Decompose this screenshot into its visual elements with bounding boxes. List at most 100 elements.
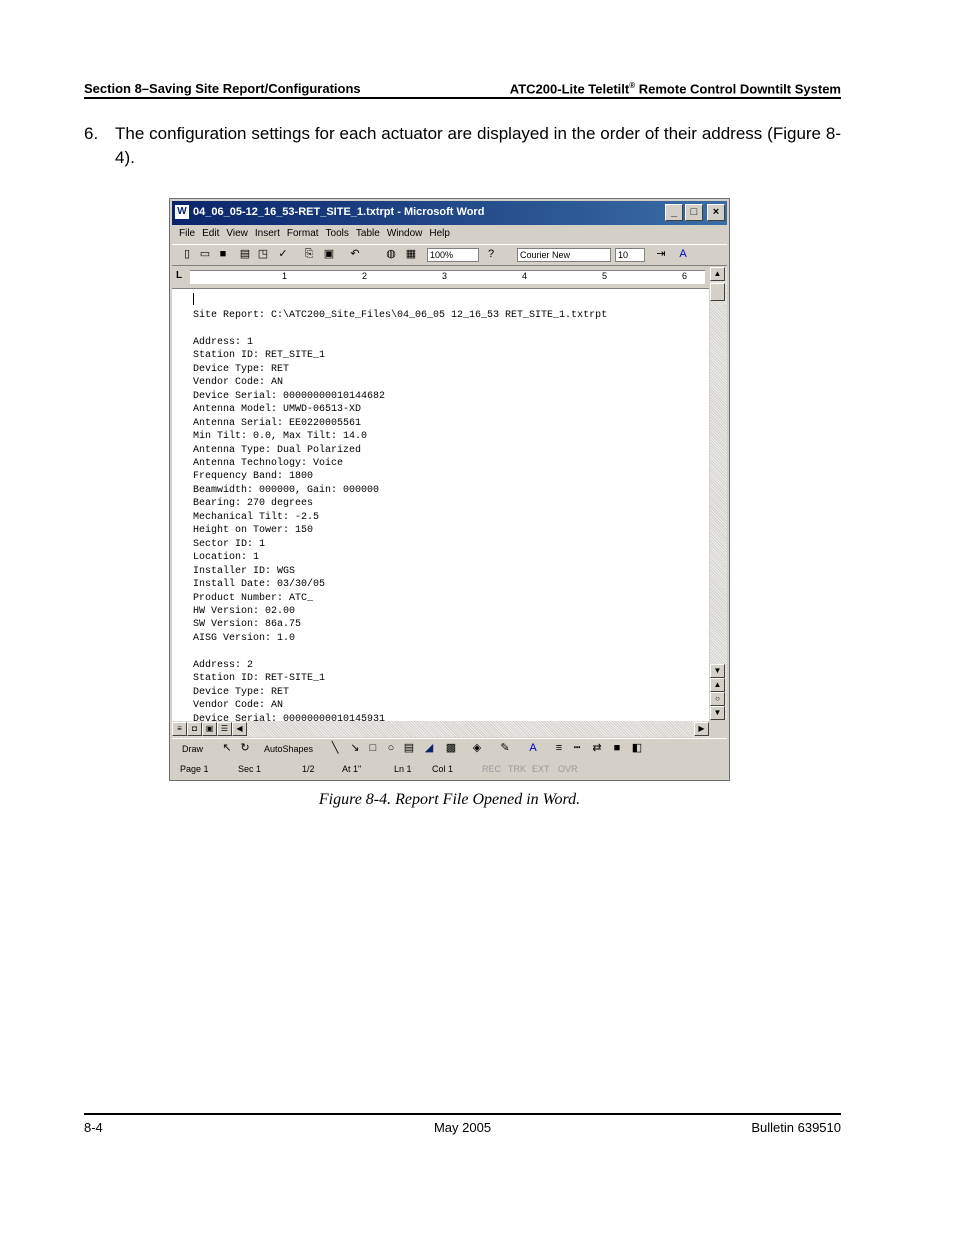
status-rec[interactable]: REC: [482, 764, 501, 774]
paste-icon[interactable]: ▣: [322, 248, 336, 261]
window-title: 04_06_05-12_16_53-RET_SITE_1.txtrpt - Mi…: [193, 206, 485, 218]
shadow-icon[interactable]: ■: [610, 742, 624, 755]
header-rule: [84, 97, 841, 99]
step-text: The configuration settings for each actu…: [115, 124, 841, 167]
copy-icon[interactable]: ⎘: [302, 248, 316, 261]
oval-icon[interactable]: ○: [384, 742, 398, 755]
menu-insert[interactable]: Insert: [255, 228, 280, 239]
scroll-right-icon[interactable]: ▶: [694, 722, 709, 736]
step-6: 6. The configuration settings for each a…: [84, 122, 841, 170]
product-title: ATC200-Lite Teletilt® Remote Control Dow…: [510, 81, 841, 96]
line-style-icon[interactable]: ≡: [552, 742, 566, 755]
menu-view[interactable]: View: [226, 228, 248, 239]
previous-page-icon[interactable]: ▲: [710, 678, 725, 692]
draw-menu[interactable]: Draw: [182, 744, 203, 758]
rectangle-icon[interactable]: □: [366, 742, 380, 755]
hyperlink-icon[interactable]: ◍: [384, 248, 398, 261]
status-ovr[interactable]: OVR: [558, 764, 578, 774]
page-header: Section 8–Saving Site Report/Configurati…: [84, 81, 841, 97]
arrow-style-icon[interactable]: ⇄: [590, 742, 604, 755]
menu-window[interactable]: Window: [387, 228, 423, 239]
font-color-icon[interactable]: A: [676, 248, 690, 261]
free-rotate-icon[interactable]: ↻: [238, 742, 252, 755]
section-title: Section 8–Saving Site Report/Configurati…: [84, 81, 361, 96]
arrow-icon[interactable]: ↘: [348, 742, 362, 755]
status-bar: Page 1 Sec 1 1/2 At 1" Ln 1 Col 1 REC TR…: [172, 762, 727, 778]
help-icon[interactable]: ?: [484, 248, 498, 261]
draw-font-color-icon[interactable]: A: [526, 742, 540, 755]
ruler-scale: 1 2 3 4 5 6: [190, 270, 705, 284]
title-bar: W 04_06_05-12_16_53-RET_SITE_1.txtrpt - …: [172, 201, 727, 225]
select-objects-icon[interactable]: ↖: [220, 742, 234, 755]
bulletin-number: Bulletin 639510: [751, 1120, 841, 1135]
outline-view-icon[interactable]: ☰: [217, 722, 232, 736]
menu-tools[interactable]: Tools: [326, 228, 349, 239]
menu-bar: File Edit View Insert Format Tools Table Window…: [172, 227, 727, 243]
new-icon[interactable]: ▯: [180, 248, 194, 261]
text-cursor: [193, 293, 194, 305]
web-view-icon[interactable]: ◘: [187, 722, 202, 736]
status-at: At 1": [342, 764, 362, 774]
wordart-icon[interactable]: ◢: [422, 742, 436, 755]
word-doc-icon: W: [175, 205, 189, 219]
figure-caption: Figure 8-4. Report File Opened in Word.: [318, 791, 581, 808]
product-name: ATC200-Lite Teletilt: [509, 81, 630, 97]
horizontal-scrollbar[interactable]: ≡ ◘ ▣ ☰ ◀ ▶: [172, 721, 709, 737]
status-trk[interactable]: TRK: [508, 764, 526, 774]
status-column: Col 1: [432, 764, 454, 774]
standard-toolbar: ▯ ▭ ■ ▤ ◳ ✓ ⎘ ▣ ↶ ◍ ▦ 100% ? Courier New…: [172, 244, 727, 266]
document-text: Site Report: C:\ATC200_Site_Files\04_06_…: [193, 310, 608, 721]
fill-color-icon[interactable]: ◈: [470, 742, 484, 755]
horizontal-ruler: L 1 2 3 4 5 6: [172, 267, 709, 287]
ruler-number: 2: [362, 271, 368, 281]
undo-icon[interactable]: ↶: [348, 248, 362, 261]
document-area[interactable]: Site Report: C:\ATC200_Site_Files\04_06_…: [172, 288, 709, 721]
status-section: Sec 1: [238, 764, 262, 774]
minimize-button[interactable]: _: [665, 204, 683, 221]
normal-view-icon[interactable]: ≡: [172, 722, 187, 736]
vertical-scrollbar[interactable]: ▲ ▼ ▲ ○ ▼: [710, 267, 727, 720]
save-icon[interactable]: ■: [216, 248, 230, 261]
zoom-select[interactable]: 100%: [427, 248, 479, 262]
ruler-number: 5: [602, 271, 608, 281]
font-size-select[interactable]: 10: [615, 248, 645, 262]
status-line: Ln 1: [394, 764, 412, 774]
menu-edit[interactable]: Edit: [202, 228, 219, 239]
next-page-icon[interactable]: ▼: [710, 706, 725, 720]
scroll-up-icon[interactable]: ▲: [710, 267, 725, 281]
scroll-left-icon[interactable]: ◀: [232, 722, 247, 736]
select-browse-object-icon[interactable]: ○: [710, 692, 725, 706]
print-preview-icon[interactable]: ◳: [256, 248, 270, 261]
maximize-button[interactable]: □: [685, 204, 703, 221]
font-name-select[interactable]: Courier New: [517, 248, 611, 262]
status-pages: 1/2: [302, 764, 315, 774]
line-icon[interactable]: ╲: [328, 742, 342, 755]
scroll-down-icon[interactable]: ▼: [710, 664, 725, 678]
menu-table[interactable]: Table: [356, 228, 380, 239]
print-icon[interactable]: ▤: [238, 248, 252, 261]
indent-icon[interactable]: ⇥: [654, 248, 668, 261]
print-view-icon[interactable]: ▣: [202, 722, 217, 736]
autoshapes-menu[interactable]: AutoShapes: [264, 744, 313, 758]
clip-art-icon[interactable]: ▩: [444, 742, 458, 755]
scroll-thumb[interactable]: [710, 283, 725, 301]
open-icon[interactable]: ▭: [198, 248, 212, 261]
ruler-number: 3: [442, 271, 448, 281]
word-window: W 04_06_05-12_16_53-RET_SITE_1.txtrpt - …: [169, 198, 730, 781]
ruler-number: 1: [282, 271, 288, 281]
table-icon[interactable]: ▦: [404, 248, 418, 261]
menu-file[interactable]: File: [179, 228, 195, 239]
close-button[interactable]: ×: [707, 204, 725, 221]
tab-stop-icon[interactable]: L: [176, 270, 182, 281]
menu-help[interactable]: Help: [429, 228, 450, 239]
3d-icon[interactable]: ◧: [630, 742, 644, 755]
dash-style-icon[interactable]: ┅: [570, 742, 584, 755]
status-ext[interactable]: EXT: [532, 764, 550, 774]
text-box-icon[interactable]: ▤: [402, 742, 416, 755]
status-page: Page 1: [180, 764, 209, 774]
menu-format[interactable]: Format: [287, 228, 319, 239]
line-color-icon[interactable]: ✎: [498, 742, 512, 755]
footer-date: May 2005: [433, 1120, 492, 1135]
step-number: 6.: [84, 124, 99, 143]
spelling-icon[interactable]: ✓: [276, 248, 290, 261]
